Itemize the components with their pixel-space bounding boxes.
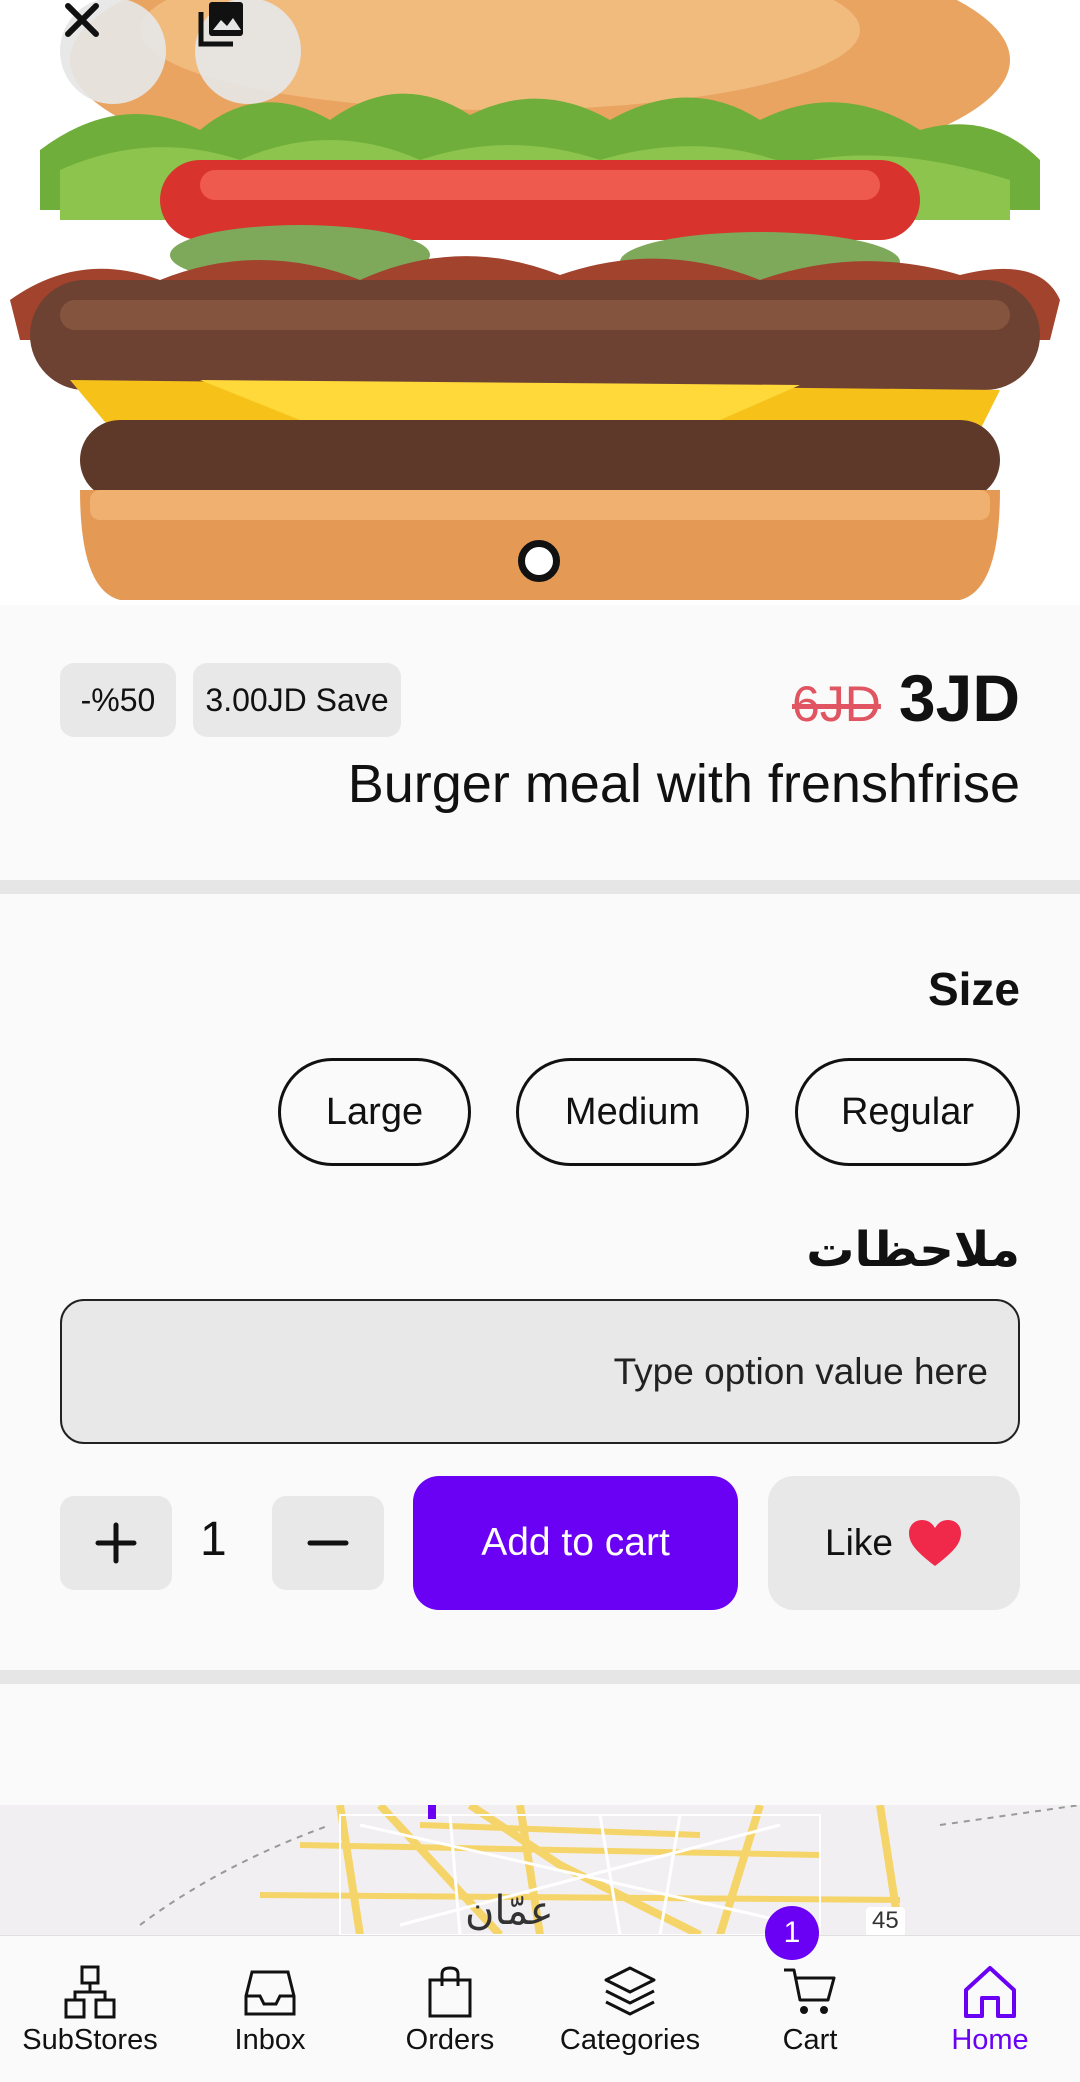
nav-label: Orders [405,2024,495,2056]
old-price: 6JD [792,676,881,732]
nav-label: Cart [782,2024,838,2056]
price-section: -%50 3.00JD Save 6JD 3JD Burger meal wit… [0,605,1080,880]
nav-categories[interactable]: Categories [555,1936,705,2082]
gallery-icon [198,2,243,47]
decrease-quantity-button[interactable] [272,1496,384,1590]
divider [0,1670,1080,1684]
minus-icon [307,1540,349,1546]
road-number-badge: 45 [866,1907,905,1937]
save-badge: 3.00JD Save [193,663,401,737]
substores-icon [64,1965,116,2019]
nav-label: Inbox [234,2024,306,2056]
divider [0,880,1080,894]
quantity-value: 1 [200,1513,227,1566]
nav-cart[interactable]: Cart [740,1936,880,2082]
burger-image [10,0,1060,600]
notes-title: ملاحظات [806,1224,1020,1277]
size-title: Size [927,963,1020,1015]
nav-label: SubStores [22,2024,158,2056]
nav-orders[interactable]: Orders [380,1936,520,2082]
heart-icon [908,1520,961,1566]
gallery-button[interactable] [195,0,301,104]
like-label: Like [825,1522,893,1563]
bottom-navigation: SubStores Inbox Orders Categories Cart H… [0,1935,1080,2082]
increase-quantity-button[interactable] [60,1496,172,1590]
like-button[interactable]: Like [768,1476,1020,1610]
product-title: Burger meal with frenshfrise [347,754,1020,814]
discount-badge: -%50 [60,663,176,737]
map-city-label: عمّان [465,1889,554,1933]
inbox-icon [244,1970,296,2016]
product-image-carousel[interactable] [0,0,1080,605]
carousel-indicator [518,540,560,582]
home-icon [964,1966,1016,2018]
plus-icon [95,1522,137,1564]
nav-label: Home [951,2024,1029,2056]
cart-icon [784,1968,836,2014]
close-icon [65,3,99,37]
add-to-cart-button[interactable]: Add to cart [413,1476,738,1610]
categories-icon [604,1966,656,2016]
size-option-medium[interactable]: Medium [516,1058,749,1166]
nav-substores[interactable]: SubStores [20,1936,160,2082]
nav-inbox[interactable]: Inbox [200,1936,340,2082]
size-option-regular[interactable]: Regular [795,1058,1020,1166]
product-page: -%50 3.00JD Save 6JD 3JD Burger meal wit… [0,0,1080,2082]
nav-label: Categories [559,2024,701,2056]
cart-count-badge: 1 [765,1906,819,1960]
orders-icon [428,1966,472,2018]
price-row: 6JD 3JD [792,660,1020,736]
notes-input[interactable]: Type option value here [60,1299,1020,1444]
size-option-large[interactable]: Large [278,1058,471,1166]
new-price: 3JD [898,661,1020,735]
nav-home[interactable]: Home [920,1936,1060,2082]
close-button[interactable] [60,0,166,104]
